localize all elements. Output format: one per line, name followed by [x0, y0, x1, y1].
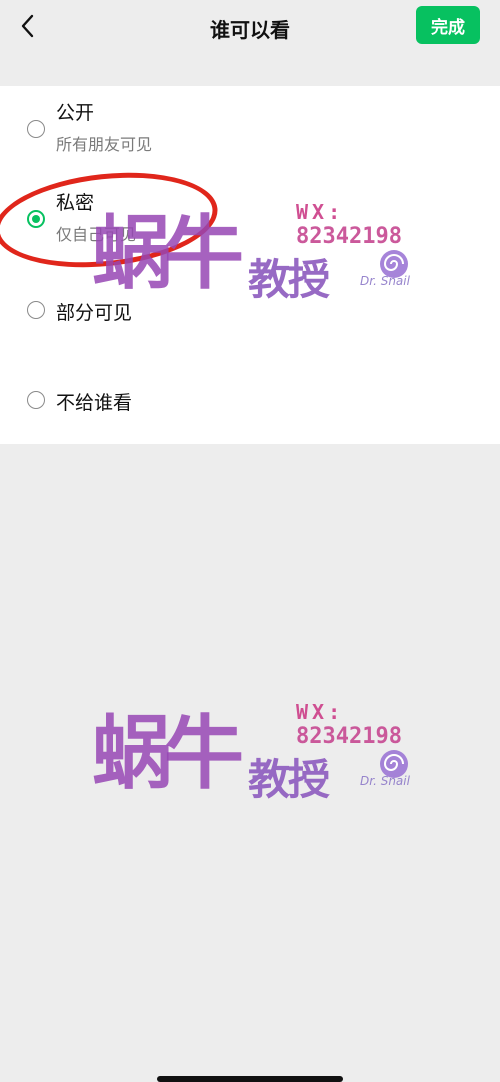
option-public[interactable]: 公开 所有朋友可见 [0, 86, 500, 176]
watermark-wx: WX: [296, 700, 345, 724]
watermark-number: 82342198 [296, 724, 402, 749]
done-button[interactable]: 完成 [416, 6, 480, 44]
option-partial-label: 部分可见 [56, 302, 133, 324]
home-indicator[interactable] [157, 1076, 343, 1082]
option-partial[interactable]: 部分可见 [0, 266, 500, 356]
option-private-sub: 仅自己可见 [56, 225, 137, 244]
radio-exclude[interactable] [27, 391, 45, 409]
option-exclude-label: 不给谁看 [56, 392, 133, 414]
snail-icon [380, 750, 408, 778]
radio-partial[interactable] [27, 301, 45, 319]
option-public-sub: 所有朋友可见 [56, 135, 153, 154]
visibility-options: 公开 所有朋友可见 私密 仅自己可见 部分可见 不给谁看 [0, 86, 500, 444]
radio-private[interactable] [27, 210, 45, 228]
radio-public[interactable] [27, 120, 45, 138]
watermark-small-text: 教授 [248, 755, 330, 804]
option-public-label: 公开 [56, 102, 95, 124]
option-private[interactable]: 私密 仅自己可见 [0, 176, 500, 266]
watermark-dr: Dr. Snail [360, 774, 410, 788]
watermark-bottom: 蜗牛 WX: 82342198 教授 Dr. Snail [92, 700, 412, 810]
nav-bar: 谁可以看 完成 [0, 0, 500, 55]
option-private-label: 私密 [56, 192, 95, 214]
watermark-big-text: 蜗牛 [92, 707, 244, 800]
option-exclude[interactable]: 不给谁看 [0, 356, 500, 444]
